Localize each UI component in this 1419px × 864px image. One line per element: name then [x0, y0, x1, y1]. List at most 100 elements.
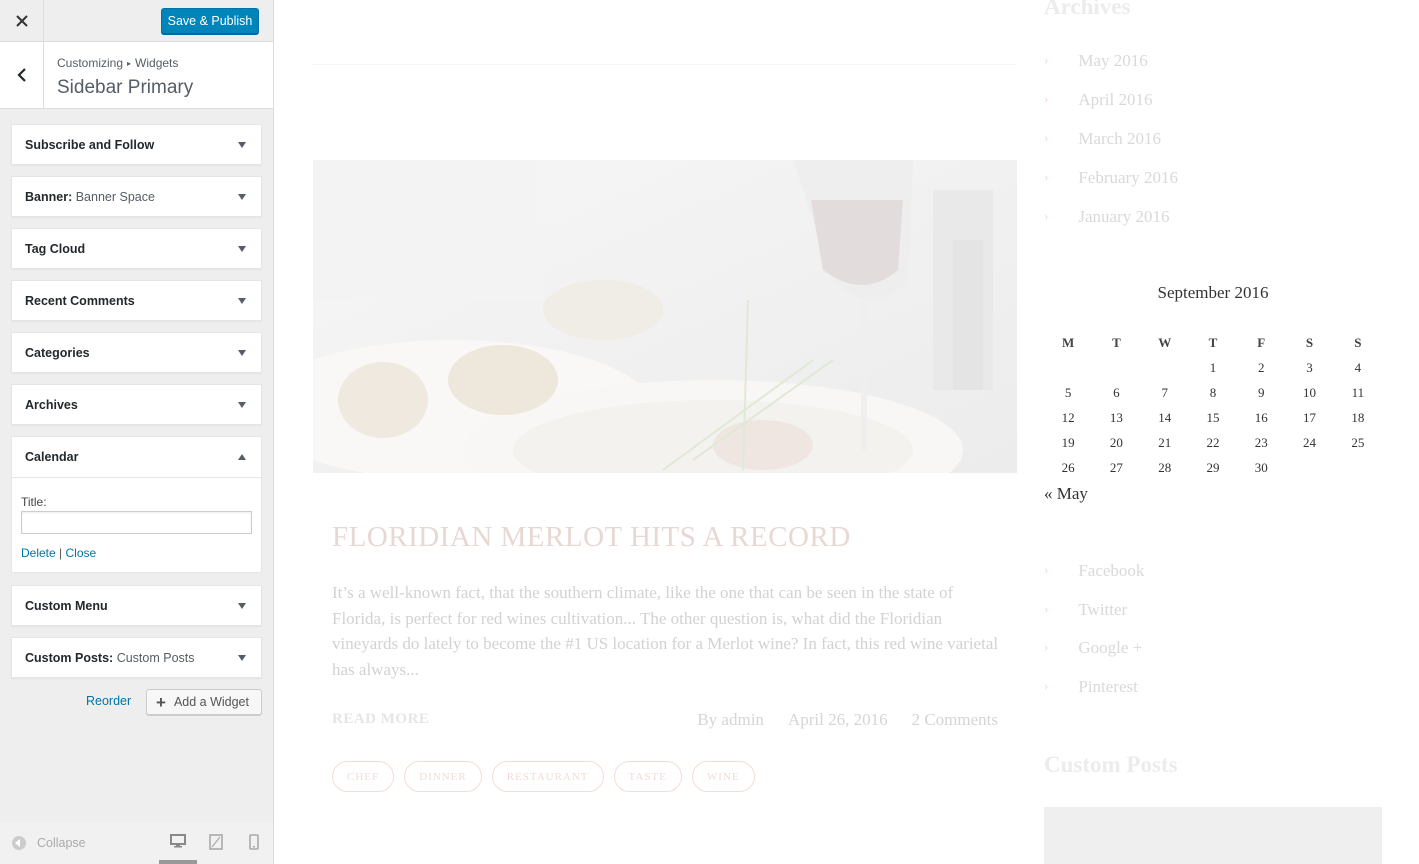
calendar-table: M T W T F S S 1234 5 6 7 8 9 10 11 12 13 14 15 16 1… — [1044, 330, 1382, 480]
section-title: Sidebar Primary — [57, 77, 194, 98]
archive-link[interactable]: › January 2016 — [1044, 207, 1169, 227]
collapse-label: Collapse — [37, 836, 86, 850]
weekday: S — [1354, 334, 1362, 350]
calendar-day — [1092, 355, 1140, 380]
archive-link[interactable]: › April 2016 — [1044, 90, 1152, 110]
social-link-google-plus[interactable]: › Google + — [1044, 638, 1142, 658]
calendar-day: 8 — [1209, 384, 1217, 400]
custom-posts-heading: Custom Posts — [1044, 752, 1178, 777]
arrow-down-icon[interactable] — [238, 603, 246, 609]
weekday: T — [1112, 334, 1121, 350]
widget-archives[interactable]: Archives — [11, 384, 262, 425]
widget-title: Banner: Banner Space — [25, 190, 155, 204]
chevron-right-icon: › — [1044, 169, 1049, 184]
tablet-icon — [209, 834, 223, 850]
calendar-day: 24 — [1303, 434, 1317, 450]
widget-recent-comments[interactable]: Recent Comments — [11, 280, 262, 321]
calendar-day: 22 — [1206, 434, 1220, 450]
calendar-day: 20 — [1109, 434, 1123, 450]
tablet-preview-button[interactable] — [209, 834, 223, 855]
calendar-title-input[interactable] — [21, 511, 252, 534]
post-date[interactable]: April 26, 2016 — [788, 710, 888, 729]
social-link-twitter[interactable]: › Twitter — [1044, 600, 1127, 620]
archive-link[interactable]: › February 2016 — [1044, 168, 1178, 188]
tag-taste[interactable]: TASTE — [613, 761, 682, 792]
add-widget-label: Add a Widget — [173, 695, 249, 709]
widget-tag-cloud[interactable]: Tag Cloud — [11, 228, 262, 269]
widget-title: Custom Menu — [25, 599, 108, 613]
arrow-down-icon[interactable] — [238, 655, 246, 661]
archive-link[interactable]: › March 2016 — [1044, 129, 1161, 149]
calendar-day: 19 — [1061, 434, 1075, 450]
social-link-facebook[interactable]: › Facebook — [1044, 561, 1144, 581]
social-label: Pinterest — [1078, 677, 1138, 696]
widget-title: Custom Posts: Custom Posts — [25, 651, 195, 665]
reorder-link[interactable]: Reorder — [86, 694, 131, 708]
chevron-right-icon: › — [1044, 208, 1049, 223]
close-widget-link[interactable]: Close — [66, 546, 97, 560]
desktop-preview-button[interactable] — [170, 834, 186, 853]
widget-calendar-header[interactable]: Calendar — [12, 437, 261, 478]
calendar-day: 13 — [1109, 409, 1123, 425]
site-preview: FLORIDIAN MERLOT HITS A RECORD It’s a we… — [274, 0, 1419, 864]
arrow-down-icon[interactable] — [238, 298, 246, 304]
post-title-link[interactable]: FLORIDIAN MERLOT HITS A RECORD — [332, 521, 851, 554]
tag-chef[interactable]: CHEF — [332, 761, 395, 792]
widget-subtitle: Custom Posts — [116, 651, 195, 665]
archive-link[interactable]: › May 2016 — [1044, 51, 1148, 71]
post-comments[interactable]: 2 Comments — [912, 710, 998, 729]
calendar-day — [1334, 455, 1382, 480]
tag-restaurant[interactable]: RESTAURANT — [491, 761, 604, 792]
close-customizer-button[interactable] — [0, 0, 44, 42]
social-link-pinterest[interactable]: › Pinterest — [1044, 677, 1138, 697]
arrow-down-icon[interactable] — [238, 402, 246, 408]
divider — [313, 64, 1017, 65]
arrow-down-icon[interactable] — [238, 142, 246, 148]
calendar-prev-month-link[interactable]: « May — [1044, 484, 1088, 504]
post-author[interactable]: By admin — [697, 710, 764, 729]
archive-label: April 2016 — [1078, 90, 1153, 109]
widget-banner[interactable]: Banner: Banner Space — [11, 176, 262, 217]
arrow-down-icon[interactable] — [238, 194, 246, 200]
arrow-down-icon[interactable] — [238, 246, 246, 252]
calendar-caption: September 2016 — [1157, 283, 1269, 302]
arrow-down-icon[interactable] — [238, 350, 246, 356]
calendar-day: 21 — [1158, 434, 1172, 450]
calendar-day: 2 — [1258, 359, 1265, 375]
read-more-link[interactable]: READ MORE — [332, 711, 429, 728]
widget-title-prefix: Custom Posts: — [25, 651, 114, 665]
tag-wine[interactable]: WINE — [691, 761, 755, 792]
custom-post-thumbnail[interactable] — [1044, 807, 1382, 864]
calendar-day: 15 — [1206, 409, 1220, 425]
widget-categories[interactable]: Categories — [11, 332, 262, 373]
mobile-preview-button[interactable] — [249, 834, 259, 855]
collapse-button[interactable]: Collapse — [12, 836, 86, 850]
chevron-right-icon: › — [1044, 562, 1049, 577]
widget-custom-posts[interactable]: Custom Posts: Custom Posts — [11, 637, 262, 678]
breadcrumb-separator: ▸ — [127, 59, 132, 68]
add-widget-button[interactable]: + Add a Widget — [146, 689, 262, 715]
calendar-day: 28 — [1158, 459, 1172, 475]
weekday: M — [1062, 334, 1075, 350]
calendar-widget-actions: Delete | Close — [21, 546, 96, 560]
tag-dinner[interactable]: DINNER — [404, 761, 482, 792]
calendar-day: 12 — [1061, 409, 1075, 425]
widget-subscribe-and-follow[interactable]: Subscribe and Follow — [11, 124, 262, 165]
widget-title: Categories — [25, 346, 90, 360]
calendar-week: 5 6 7 8 9 10 11 — [1044, 380, 1382, 405]
delete-widget-link[interactable]: Delete — [21, 546, 56, 560]
chevron-right-icon: › — [1044, 130, 1049, 145]
calendar-day: 1 — [1209, 359, 1217, 375]
save-publish-button[interactable]: Save & Publish — [161, 8, 259, 34]
widget-title: Recent Comments — [25, 294, 135, 308]
breadcrumb: Customizing ▸ Widgets — [57, 56, 178, 70]
archive-label: January 2016 — [1078, 207, 1170, 226]
active-device-indicator — [159, 860, 197, 864]
calendar-day: 7 — [1161, 384, 1168, 400]
arrow-up-icon[interactable] — [238, 454, 246, 460]
back-button[interactable] — [0, 42, 44, 108]
calendar-day: 11 — [1351, 384, 1365, 400]
chevron-right-icon: › — [1044, 52, 1049, 67]
widget-custom-menu[interactable]: Custom Menu — [11, 585, 262, 626]
post-featured-image[interactable] — [313, 160, 1017, 473]
